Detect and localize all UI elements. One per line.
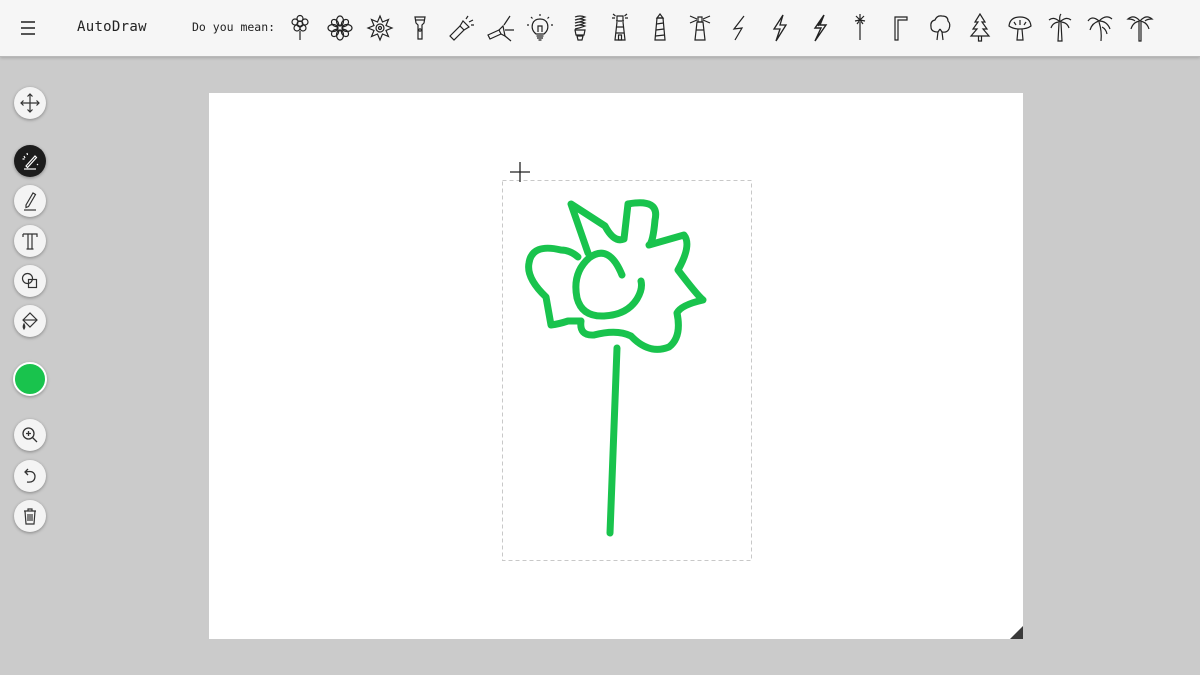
- lightning-bolt-icon[interactable]: [760, 8, 800, 48]
- lighthouse-beam-icon[interactable]: [680, 8, 720, 48]
- pine-tree-icon[interactable]: [960, 8, 1000, 48]
- flashlight-icon[interactable]: [400, 8, 440, 48]
- flower-sunflower-icon[interactable]: [360, 8, 400, 48]
- mushroom-tree-icon[interactable]: [1000, 8, 1040, 48]
- shape-tool[interactable]: [14, 265, 46, 297]
- canvas-resize-handle[interactable]: [1010, 626, 1023, 639]
- hex-key-icon[interactable]: [880, 8, 920, 48]
- flower-sketch: [525, 199, 707, 537]
- top-bar: AutoDraw Do you mean:: [0, 0, 1200, 57]
- draw-tool[interactable]: [14, 185, 46, 217]
- lighthouse-icon[interactable]: [600, 8, 640, 48]
- delete-tool[interactable]: [14, 500, 46, 532]
- flashlight-angled-icon[interactable]: [480, 8, 520, 48]
- sparkler-icon[interactable]: [840, 8, 880, 48]
- flower-stem: [606, 344, 621, 537]
- flashlight-beam-icon[interactable]: [440, 8, 480, 48]
- color-picker-swatch[interactable]: [13, 362, 47, 396]
- do-you-mean-label: Do you mean:: [192, 20, 276, 34]
- palm-tree-tall-icon[interactable]: [1120, 8, 1160, 48]
- move-icon: [20, 93, 40, 113]
- flower-center: [572, 249, 645, 320]
- lightning-bolt-bold-icon[interactable]: [800, 8, 840, 48]
- palm-tree-icon[interactable]: [1040, 8, 1080, 48]
- left-toolbar: [0, 57, 60, 675]
- canvas-drawing-layer: [502, 162, 752, 561]
- crosshair-cursor-icon: [510, 162, 530, 182]
- zoom-in-icon: [22, 427, 38, 443]
- palm-tree-wide-icon[interactable]: [1080, 8, 1120, 48]
- lightbulb-icon[interactable]: [520, 8, 560, 48]
- lightning-bolt-thin-icon[interactable]: [720, 8, 760, 48]
- move-tool[interactable]: [14, 87, 46, 119]
- hamburger-menu-icon[interactable]: [18, 18, 42, 38]
- flower-outline-icon[interactable]: [280, 8, 320, 48]
- autodraw-tool[interactable]: [14, 145, 46, 177]
- tree-round-icon[interactable]: [920, 8, 960, 48]
- fill-tool[interactable]: [14, 305, 46, 337]
- zoom-tool[interactable]: [14, 419, 46, 451]
- undo-tool[interactable]: [14, 460, 46, 492]
- pencil-icon: [24, 192, 37, 211]
- trash-icon: [24, 508, 36, 525]
- flower-petals: [525, 199, 707, 353]
- text-icon: [22, 233, 38, 250]
- type-tool[interactable]: [14, 225, 46, 257]
- undo-icon: [24, 468, 36, 483]
- app-title: AutoDraw: [77, 19, 147, 35]
- paint-bucket-icon: [22, 312, 38, 331]
- cfl-lightbulb-icon[interactable]: [560, 8, 600, 48]
- autodraw-icon: [22, 152, 39, 170]
- flower-mandala-icon[interactable]: [320, 8, 360, 48]
- drawing-canvas[interactable]: [209, 93, 1023, 639]
- shapes-icon: [21, 272, 38, 289]
- suggestion-strip: [280, 8, 1198, 48]
- lighthouse-striped-icon[interactable]: [640, 8, 680, 48]
